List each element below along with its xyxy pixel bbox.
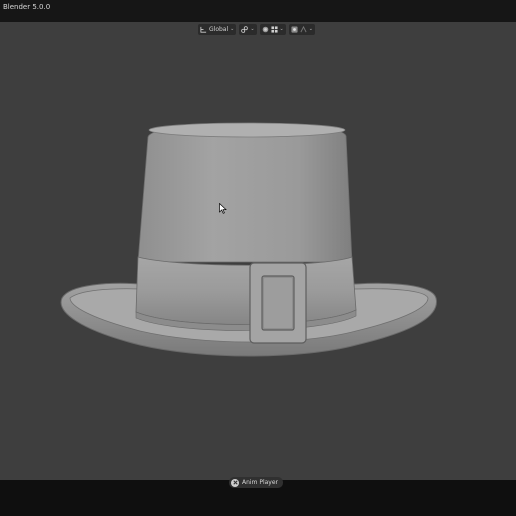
anim-player-label: Anim Player bbox=[242, 479, 278, 486]
title-bar: Blender 5.0.0 bbox=[0, 0, 516, 22]
hat-crown bbox=[137, 123, 353, 263]
close-icon[interactable] bbox=[231, 478, 239, 487]
hat-crown-top bbox=[148, 122, 346, 138]
app-title: Blender 5.0.0 bbox=[3, 3, 51, 11]
blender-window: Blender 5.0.0 Global ⌄ ⌄ ⌄ ⌄ Anim Player bbox=[0, 0, 516, 516]
mouse-cursor-icon bbox=[219, 203, 227, 214]
hat-model[interactable] bbox=[0, 22, 516, 480]
anim-player-button[interactable]: Anim Player bbox=[229, 477, 283, 488]
hat-buckle bbox=[249, 262, 307, 344]
hat-band bbox=[135, 256, 357, 325]
